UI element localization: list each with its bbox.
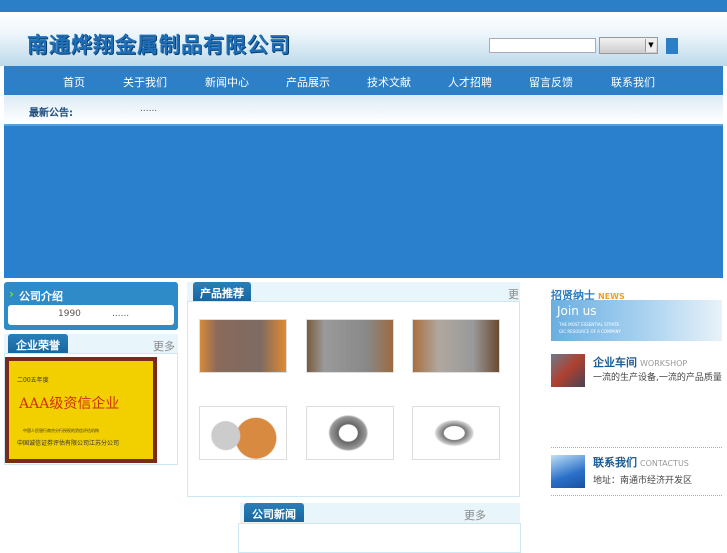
contact-en: CONTACTUS <box>640 459 689 468</box>
products-panel <box>187 301 520 497</box>
nav-tech[interactable]: 技术文献 <box>367 74 411 90</box>
workshop-en: WORKSHOP <box>640 359 688 368</box>
news-header: 公司新闻 更多 <box>240 503 520 523</box>
chevron-down-icon: ▼ <box>645 39 656 52</box>
nav-home[interactable]: 首页 <box>63 74 85 90</box>
nav-products[interactable]: 产品展示 <box>286 74 330 90</box>
nav-about[interactable]: 关于我们 <box>123 74 167 90</box>
divider <box>551 495 722 496</box>
products-tab[interactable]: 产品推荐 <box>193 282 251 301</box>
cert-small: 中国人民银行南京分行授权的资信评估机构 <box>23 428 99 433</box>
news-panel <box>238 523 521 553</box>
contact-address: 地址：南通市经济开发区 <box>593 476 693 486</box>
join-title: Join us <box>557 304 597 318</box>
honor-header: 企业荣誉 更多 <box>4 334 178 354</box>
product-image[interactable] <box>306 406 394 460</box>
workshop-text: 一流的生产设备,一流的产品质量 <box>593 373 722 383</box>
workshop-image <box>551 354 585 387</box>
product-image[interactable] <box>412 406 500 460</box>
certificate-image: 二00五年度 AAA级资信企业 中国人民银行南京分行授权的资信评估机构 中国诚信… <box>5 357 157 463</box>
notice-text[interactable]: ...... <box>140 104 157 114</box>
search-button[interactable] <box>666 38 678 54</box>
arrow-icon: › <box>9 287 14 301</box>
product-image[interactable] <box>199 406 287 460</box>
news-tab[interactable]: 公司新闻 <box>244 503 304 522</box>
intro-text: ...... <box>112 309 130 319</box>
top-bar <box>0 0 727 12</box>
company-intro-box: › 公司介绍 1990 ...... <box>4 282 178 330</box>
intro-body: 1990 ...... <box>8 305 174 325</box>
main-nav: 首页 关于我们 新闻中心 产品展示 技术文献 人才招聘 留言反馈 联系我们 <box>4 66 723 95</box>
cert-year: 二00五年度 <box>17 377 49 384</box>
join-us-banner[interactable]: Join us THE MOST ESSENTIAL STRATE- GIC R… <box>551 300 722 341</box>
contact-title: 联系我们 <box>593 456 637 469</box>
workshop-heading: 企业车间 WORKSHOP <box>593 354 687 370</box>
workshop-title: 企业车间 <box>593 356 637 369</box>
intro-year: 1990 <box>58 309 81 319</box>
site-title: 南通烨翔金属制品有限公司 <box>27 33 291 57</box>
notice-bar: 最新公告: ...... <box>4 95 723 123</box>
notice-label: 最新公告: <box>29 108 73 119</box>
nav-contact[interactable]: 联系我们 <box>611 74 655 90</box>
join-sub2: GIC RESOURCE OF A COMPANY <box>559 329 621 334</box>
intro-title: 公司介绍 <box>19 290 63 303</box>
nav-feedback[interactable]: 留言反馈 <box>529 74 573 90</box>
honor-tab[interactable]: 企业荣誉 <box>8 334 68 353</box>
honor-more-link[interactable]: 更多 <box>153 338 175 354</box>
search-input[interactable] <box>489 38 596 53</box>
nav-news[interactable]: 新闻中心 <box>205 74 249 90</box>
contact-heading: 联系我们 CONTACTUS <box>593 454 689 470</box>
divider <box>551 447 722 448</box>
nav-jobs[interactable]: 人才招聘 <box>448 74 492 90</box>
products-header: 产品推荐 更多 <box>187 282 520 317</box>
banner <box>4 124 723 278</box>
join-sub1: THE MOST ESSENTIAL STRATE- <box>559 322 621 327</box>
cert-issuer: 中国诚信证券评估有限公司江苏分公司 <box>17 440 120 447</box>
contact-image <box>551 455 585 488</box>
product-image[interactable] <box>199 319 287 373</box>
cert-title: AAA级资信企业 <box>19 396 120 412</box>
product-image[interactable] <box>412 319 500 373</box>
news-more-link[interactable]: 更多 <box>464 507 486 523</box>
product-image[interactable] <box>306 319 394 373</box>
search-category-select[interactable]: ▼ <box>599 37 658 54</box>
